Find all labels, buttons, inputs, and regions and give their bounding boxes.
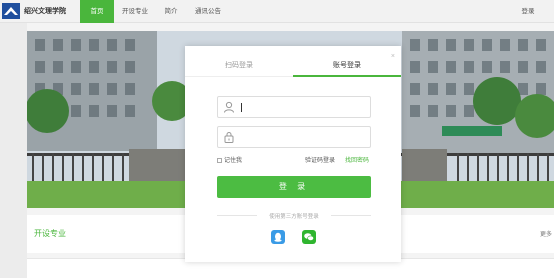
tab-account-login[interactable]: 账号登录	[293, 60, 401, 76]
find-password-link[interactable]: 找回密码	[345, 155, 369, 164]
username-input[interactable]	[240, 100, 368, 114]
divider-right	[331, 215, 371, 216]
nav-item-home[interactable]: 首页	[80, 0, 114, 23]
remember-me-label: 记住我	[224, 158, 243, 164]
more-link[interactable]: 更多	[540, 229, 552, 238]
code-login-link[interactable]: 验证码登录	[305, 155, 335, 164]
school-logo-icon[interactable]	[2, 3, 20, 19]
password-input[interactable]	[240, 130, 368, 144]
login-link[interactable]: 登录	[514, 0, 542, 23]
top-navigation-bar: 绍兴文理学院 首页 开设专业 简介 通讯公告 登录	[0, 0, 554, 23]
login-modal: × 扫码登录 账号登录 记住我 验证码登录 找回密码 登 录 使用第三方账号登录	[185, 46, 401, 262]
qq-icon[interactable]	[271, 230, 285, 244]
password-field[interactable]	[217, 126, 371, 148]
login-button[interactable]: 登 录	[217, 176, 371, 198]
active-tab-indicator	[293, 75, 401, 77]
checkbox-box[interactable]	[217, 158, 222, 163]
divider-left	[217, 215, 257, 216]
tab-qr-login[interactable]: 扫码登录	[185, 60, 293, 76]
left-margin	[0, 23, 27, 278]
username-field[interactable]	[217, 96, 371, 118]
close-icon[interactable]: ×	[391, 53, 395, 60]
user-icon	[224, 101, 234, 113]
school-name[interactable]: 绍兴文理学院	[24, 6, 66, 16]
remember-me-checkbox[interactable]: 记住我	[217, 155, 242, 164]
nav-item-intro[interactable]: 简介	[157, 0, 185, 23]
third-party-label: 使用第三方账号登录	[269, 214, 319, 220]
section-title: 开设专业	[34, 229, 66, 238]
wechat-icon[interactable]	[302, 230, 316, 244]
lock-icon	[224, 132, 234, 143]
nav-item-majors[interactable]: 开设专业	[116, 0, 154, 23]
nav-item-notices[interactable]: 通讯公告	[188, 0, 228, 23]
